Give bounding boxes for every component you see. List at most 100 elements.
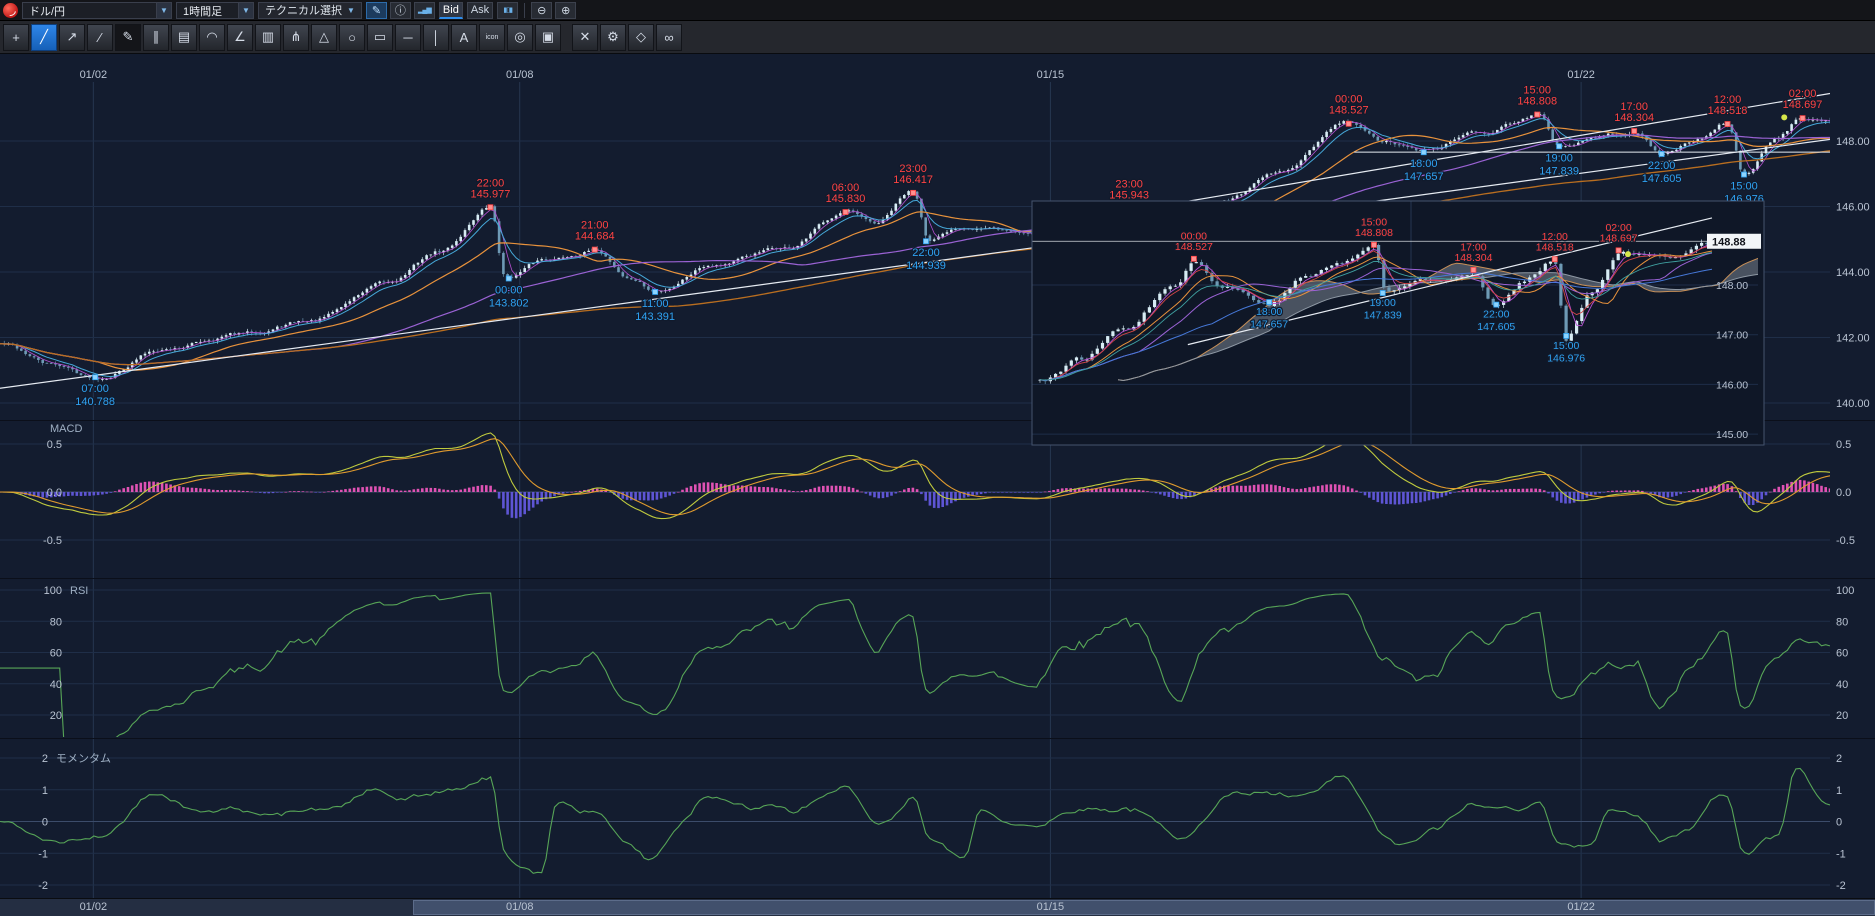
pitchfork-tool[interactable]: ⋔ (283, 24, 309, 51)
svg-text:-1: -1 (1836, 848, 1846, 860)
svg-text:147.657: 147.657 (1404, 171, 1444, 183)
svg-text:01/22: 01/22 (1567, 69, 1595, 81)
app-logo-icon (3, 3, 18, 18)
svg-text:146.976: 146.976 (1547, 352, 1585, 364)
svg-text:22:00: 22:00 (1648, 160, 1676, 172)
ask-button[interactable]: Ask (467, 2, 493, 19)
ray-line-tool[interactable]: ↗ (59, 24, 85, 51)
svg-text:2: 2 (1836, 753, 1842, 765)
svg-text:100: 100 (1836, 585, 1854, 597)
extended-line-tool[interactable]: ∕ (87, 24, 113, 51)
chart-scrollbar[interactable]: 01/0201/0801/1501/22 (0, 898, 1875, 916)
zoom-out-icon[interactable]: ⊖ (531, 2, 552, 19)
chart-canvas[interactable]: 07:00140.78822:00145.97700:00143.80221:0… (0, 54, 1875, 898)
svg-text:145.943: 145.943 (1109, 189, 1149, 201)
crosshair-tool[interactable]: + (3, 24, 29, 51)
chevron-down-icon: ▼ (347, 6, 355, 15)
svg-text:-0.5: -0.5 (43, 535, 62, 547)
svg-text:0: 0 (42, 817, 48, 829)
svg-text:80: 80 (50, 616, 62, 628)
text-tool[interactable]: A (451, 24, 477, 51)
svg-text:148.808: 148.808 (1517, 96, 1557, 108)
gann-fan-tool[interactable]: ∠ (227, 24, 253, 51)
svg-text:148.518: 148.518 (1536, 241, 1574, 253)
svg-text:19:00: 19:00 (1545, 152, 1573, 164)
scrollbar-date-label: 01/22 (1567, 901, 1595, 913)
bid-button[interactable]: Bid (439, 2, 463, 19)
svg-text:140.788: 140.788 (75, 396, 115, 408)
svg-text:18:00: 18:00 (1256, 306, 1282, 318)
svg-text:148.88: 148.88 (1712, 236, 1746, 248)
svg-text:148.304: 148.304 (1614, 112, 1654, 124)
fib-arc-tool[interactable]: ◠ (199, 24, 225, 51)
settings-tool[interactable]: ⚙ (600, 24, 626, 51)
inset-zoom-window[interactable]: 00:00148.52718:00147.65715:00148.80819:0… (1032, 201, 1790, 445)
svg-text:143.802: 143.802 (489, 297, 529, 309)
freehand-draw-tool[interactable]: ✎ (115, 24, 141, 51)
parallel-lines-tool[interactable]: ∥ (143, 24, 169, 51)
price-label-tool[interactable]: ◎ (507, 24, 533, 51)
svg-text:144.939: 144.939 (906, 260, 946, 272)
svg-text:2: 2 (42, 753, 48, 765)
svg-text:147.839: 147.839 (1539, 165, 1579, 177)
svg-text:148.304: 148.304 (1454, 252, 1492, 264)
svg-text:145.830: 145.830 (826, 193, 866, 205)
svg-text:-2: -2 (38, 880, 48, 892)
svg-text:60: 60 (1836, 648, 1848, 660)
svg-text:モメンタム: モメンタム (56, 752, 111, 765)
triangle-tool[interactable]: △ (311, 24, 337, 51)
eraser-tool[interactable]: ◇ (628, 24, 654, 51)
svg-text:0.0: 0.0 (47, 487, 62, 499)
svg-text:19:00: 19:00 (1370, 297, 1396, 309)
delete-tool[interactable]: ✕ (572, 24, 598, 51)
svg-text:100: 100 (44, 585, 62, 597)
svg-text:40: 40 (1836, 679, 1848, 691)
trendline-tool[interactable]: ╱ (31, 24, 57, 51)
draw-mode-icon[interactable]: ✎ (366, 2, 387, 19)
ellipse-tool[interactable]: ○ (339, 24, 365, 51)
candlestick-chart-icon[interactable]: ▮▯▮ (497, 2, 518, 19)
svg-text:11:00: 11:00 (642, 298, 669, 310)
chevron-down-icon: ▼ (156, 3, 171, 18)
icon-stamp-tool[interactable]: icon (479, 24, 505, 51)
svg-text:80: 80 (1836, 616, 1848, 628)
scrollbar-thumb[interactable] (413, 900, 1875, 915)
horizontal-line-tool[interactable]: ─ (395, 24, 421, 51)
rectangle-tool[interactable]: ▭ (367, 24, 393, 51)
scrollbar-date-label: 01/08 (506, 901, 534, 913)
svg-text:0.0: 0.0 (1836, 487, 1851, 499)
fib-retracement-tool[interactable]: ▤ (171, 24, 197, 51)
svg-text:146.00: 146.00 (1716, 379, 1748, 391)
svg-text:RSI: RSI (70, 585, 88, 597)
svg-text:147.657: 147.657 (1250, 319, 1288, 331)
vertical-line-tool[interactable]: │ (423, 24, 449, 51)
svg-text:142.00: 142.00 (1836, 333, 1870, 345)
symbol-value: ドル/円 (23, 3, 156, 18)
timeframe-dropdown[interactable]: 1時間足 ▼ (176, 2, 254, 19)
svg-text:MACD: MACD (50, 423, 82, 435)
symbol-dropdown[interactable]: ドル/円 ▼ (22, 2, 172, 19)
svg-text:147.605: 147.605 (1477, 321, 1515, 333)
info-icon[interactable]: ⓘ (390, 2, 411, 19)
fx-chart-app: ドル/円 ▼ 1時間足 ▼ テクニカル選択 ▼ ✎ⓘ▂▄▆ Bid Ask ▮▯… (0, 0, 1875, 916)
svg-text:148.527: 148.527 (1329, 105, 1369, 117)
svg-text:148.697: 148.697 (1783, 99, 1823, 111)
svg-text:22:00: 22:00 (912, 247, 940, 259)
svg-text:145.977: 145.977 (471, 188, 511, 200)
chevron-down-icon: ▼ (238, 3, 253, 18)
svg-text:0.5: 0.5 (47, 439, 62, 451)
svg-text:0: 0 (1836, 817, 1842, 829)
technical-select-dropdown[interactable]: テクニカル選択 ▼ (258, 2, 362, 19)
link-tool[interactable]: ∞ (656, 24, 682, 51)
zoom-in-icon[interactable]: ⊕ (555, 2, 576, 19)
main-toolbar: ドル/円 ▼ 1時間足 ▼ テクニカル選択 ▼ ✎ⓘ▂▄▆ Bid Ask ▮▯… (0, 0, 1875, 21)
fib-timezone-tool[interactable]: ▥ (255, 24, 281, 51)
svg-text:22:00: 22:00 (1483, 309, 1509, 321)
svg-text:148.00: 148.00 (1836, 136, 1870, 148)
area-chart-icon[interactable]: ▂▄▆ (414, 2, 435, 19)
timeframe-value: 1時間足 (177, 3, 238, 18)
scrollbar-date-label: 01/02 (80, 901, 108, 913)
svg-text:1: 1 (1836, 785, 1842, 797)
svg-text:148.518: 148.518 (1708, 105, 1748, 117)
copy-tool[interactable]: ▣ (535, 24, 561, 51)
